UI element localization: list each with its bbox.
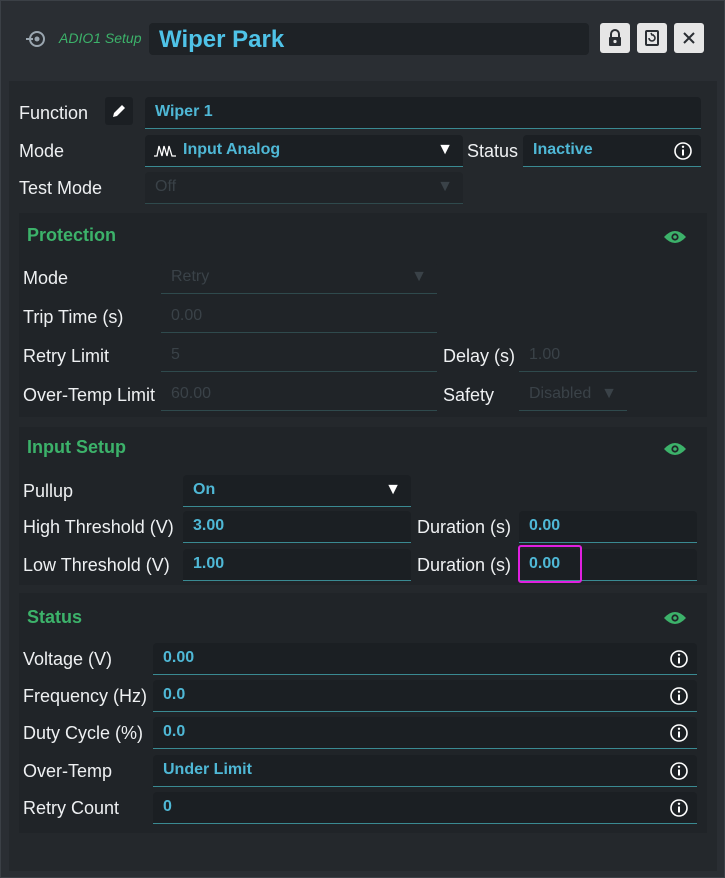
over-temp-label: Over-Temp — [23, 761, 113, 781]
duty-cycle-field: 0.0 — [153, 717, 697, 749]
over-temp-limit-field[interactable]: 60.00 — [161, 379, 437, 411]
chevron-down-icon: ▼ — [601, 385, 617, 402]
mode-select[interactable]: Input Analog ▼ — [145, 135, 463, 167]
safety-value: Disabled — [529, 385, 592, 402]
chevron-down-icon: ▼ — [411, 268, 427, 285]
retry-count-value: 0 — [163, 798, 172, 815]
duty-cycle-value: 0.0 — [163, 723, 186, 740]
high-threshold-label: High Threshold (V) — [23, 517, 174, 537]
lock-button[interactable] — [600, 23, 630, 53]
info-icon[interactable] — [669, 761, 689, 781]
input-setup-title: Input Setup — [27, 437, 126, 457]
status-title: Status — [27, 607, 83, 627]
refresh-icon — [645, 30, 659, 46]
status-label: Status — [467, 141, 519, 161]
low-threshold-field[interactable]: 1.00 — [183, 549, 411, 581]
setup-window: ADIO1 Setup Wiper Park Function Wiper 1 … — [0, 0, 725, 878]
function-label: Function — [19, 103, 89, 123]
over-temp-field: Under Limit — [153, 755, 697, 787]
info-icon[interactable] — [673, 141, 693, 161]
waveform-icon — [154, 145, 176, 157]
retry-limit-label: Retry Limit — [23, 346, 110, 366]
frequency-label: Frequency (Hz) — [23, 686, 148, 706]
test-mode-label: Test Mode — [19, 178, 103, 198]
protection-mode-select[interactable]: Retry ▼ — [161, 262, 437, 294]
protection-title: Protection — [27, 225, 117, 245]
pullup-select[interactable]: On ▼ — [183, 475, 411, 507]
over-temp-limit-label: Over-Temp Limit — [23, 385, 156, 405]
pullup-value: On — [193, 481, 216, 498]
high-threshold-value: 3.00 — [193, 517, 225, 534]
trip-time-value: 0.00 — [171, 307, 203, 324]
mode-value: Input Analog — [183, 141, 281, 158]
info-icon[interactable] — [669, 798, 689, 818]
status-value: Inactive — [533, 141, 593, 158]
low-threshold-value: 1.00 — [193, 555, 225, 572]
page-title: Wiper Park — [159, 26, 285, 53]
voltage-field: 0.00 — [153, 643, 697, 675]
pencil-icon — [113, 105, 125, 117]
voltage-value: 0.00 — [163, 649, 195, 666]
module-label: ADIO1 Setup — [59, 30, 142, 46]
mode-label: Mode — [19, 141, 65, 161]
chevron-down-icon: ▼ — [437, 141, 453, 158]
chevron-down-icon: ▼ — [385, 481, 401, 498]
selection-highlight — [518, 545, 582, 583]
lock-icon — [609, 29, 621, 46]
delay-field[interactable]: 1.00 — [519, 340, 697, 372]
title-field[interactable]: Wiper Park — [149, 23, 589, 55]
retry-limit-value: 5 — [171, 346, 180, 363]
content-panel: Function Wiper 1 Mode Input Analog ▼ Sta… — [9, 81, 717, 871]
over-temp-value: Under Limit — [163, 761, 252, 778]
close-icon — [683, 32, 695, 44]
trip-time-label: Trip Time (s) — [23, 307, 124, 327]
low-threshold-label: Low Threshold (V) — [23, 555, 170, 575]
trip-time-field[interactable]: 0.00 — [161, 301, 437, 333]
safety-select[interactable]: Disabled ▼ — [519, 379, 627, 411]
retry-count-field: 0 — [153, 792, 697, 824]
test-mode-value: Off — [155, 178, 177, 195]
eye-icon[interactable] — [663, 229, 687, 245]
edit-function-button[interactable] — [105, 97, 133, 125]
title-bar: ADIO1 Setup Wiper Park — [9, 13, 717, 63]
high-duration-label: Duration (s) — [417, 517, 512, 537]
status-field: Inactive — [523, 135, 701, 167]
safety-label: Safety — [443, 385, 495, 405]
status-section: Status Voltage (V) 0.00 Frequency (Hz) 0… — [19, 593, 707, 833]
chevron-down-icon: ▼ — [437, 178, 453, 195]
eye-icon[interactable] — [663, 441, 687, 457]
over-temp-limit-value: 60.00 — [171, 385, 212, 402]
retry-limit-field[interactable]: 5 — [161, 340, 437, 372]
delay-value: 1.00 — [529, 346, 561, 363]
protection-mode-value: Retry — [171, 268, 210, 285]
close-button[interactable] — [674, 23, 704, 53]
high-duration-field[interactable]: 0.00 — [519, 511, 697, 543]
high-duration-value: 0.00 — [529, 517, 561, 534]
retry-count-label: Retry Count — [23, 798, 120, 818]
frequency-value: 0.0 — [163, 686, 186, 703]
frequency-field: 0.0 — [153, 680, 697, 712]
voltage-label: Voltage (V) — [23, 649, 113, 669]
eye-icon[interactable] — [663, 610, 687, 626]
info-icon[interactable] — [669, 686, 689, 706]
module-icon — [26, 31, 45, 47]
high-threshold-field[interactable]: 3.00 — [183, 511, 411, 543]
duty-cycle-label: Duty Cycle (%) — [23, 723, 144, 743]
low-duration-label: Duration (s) — [417, 555, 512, 575]
input-setup-section: Input Setup Pullup On ▼ High Threshold (… — [19, 427, 707, 585]
protection-section: Protection Mode Retry ▼ Trip Time (s) 0.… — [19, 213, 707, 417]
function-value: Wiper 1 — [155, 103, 213, 120]
delay-label: Delay (s) — [443, 346, 516, 366]
refresh-button[interactable] — [637, 23, 667, 53]
info-icon[interactable] — [669, 649, 689, 669]
protection-mode-label: Mode — [23, 268, 69, 288]
info-icon[interactable] — [669, 723, 689, 743]
pullup-label: Pullup — [23, 481, 74, 501]
function-field[interactable]: Wiper 1 — [145, 97, 701, 129]
test-mode-select[interactable]: Off ▼ — [145, 172, 463, 204]
